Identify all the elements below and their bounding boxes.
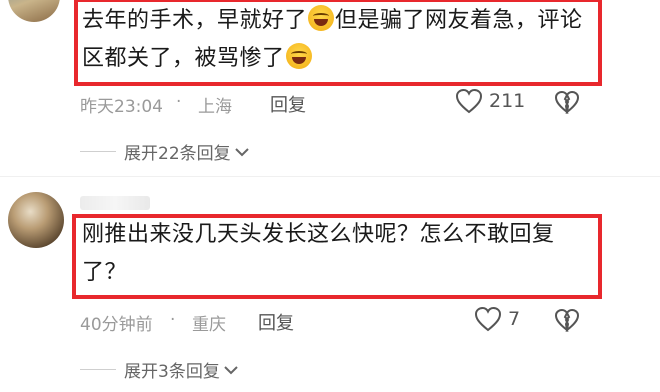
commenter-avatar[interactable] — [8, 192, 64, 248]
reply-button[interactable]: 回复 — [258, 309, 294, 335]
divider-dash — [80, 369, 116, 370]
commenter-avatar[interactable] — [8, 0, 60, 22]
blurred-username — [80, 196, 150, 210]
comment-location: 上海 — [198, 97, 232, 117]
comment-divider — [0, 176, 660, 177]
comment-text: 去年的手术，早就好了 但是骗了网友着急，评论区都关了，被骂惨了 — [82, 2, 592, 78]
rofl-emoji-icon — [308, 5, 335, 31]
dislike-heart-icon[interactable] — [554, 308, 580, 332]
reply-button[interactable]: 回复 — [270, 91, 306, 117]
chevron-down-icon — [234, 147, 249, 156]
comment-text: 刚推出来没几天头发长这么快呢？怎么不敢回复了？ — [82, 222, 555, 285]
like-button[interactable]: 211 — [455, 88, 525, 114]
chevron-down-icon — [224, 365, 238, 374]
like-count: 211 — [489, 90, 526, 112]
like-count: 7 — [508, 308, 521, 330]
comment-time: 40分钟前 — [80, 315, 153, 335]
rofl-emoji-icon — [285, 43, 312, 69]
meta-separator: · — [176, 92, 182, 112]
like-button[interactable]: 7 — [474, 306, 520, 332]
comment-location: 重庆 — [192, 315, 226, 335]
heart-icon — [474, 306, 502, 332]
expand-replies-label: 展开22条回复 — [124, 144, 231, 164]
expand-replies[interactable]: 展开3条回复 — [80, 357, 239, 382]
dislike-heart-icon[interactable] — [554, 90, 580, 114]
heart-icon — [455, 88, 483, 114]
expand-replies-label: 展开3条回复 — [124, 362, 220, 382]
comment-time: 昨天23:04 — [80, 97, 163, 117]
meta-separator: · — [170, 310, 176, 330]
divider-dash — [80, 151, 116, 152]
expand-replies[interactable]: 展开22条回复 — [80, 139, 250, 164]
